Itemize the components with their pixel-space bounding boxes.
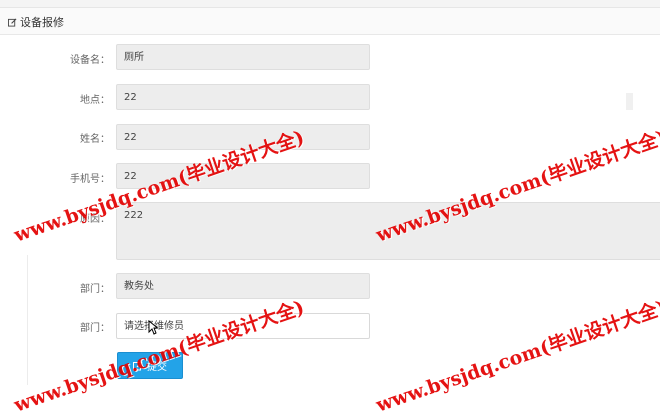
top-bar bbox=[0, 0, 660, 8]
device-name-field[interactable]: 厕所 bbox=[116, 44, 370, 70]
scroll-marker bbox=[626, 93, 633, 110]
watermark: www.bysjdq.com(毕业设计大全) bbox=[373, 296, 660, 417]
department-field[interactable]: 教务处 bbox=[116, 273, 370, 299]
panel-title-text: 设备报修 bbox=[20, 16, 64, 29]
edit-icon bbox=[8, 18, 17, 27]
watermark: www.bysjdq.com(毕业设计大全) bbox=[11, 296, 308, 417]
device-name-label: 设备名： bbox=[70, 55, 110, 66]
panel-title: 设备报修 bbox=[8, 14, 64, 30]
name-label: 姓名： bbox=[80, 134, 110, 145]
department-label: 部门： bbox=[80, 284, 110, 295]
mouse-cursor-icon bbox=[148, 320, 158, 335]
repairer-label: 部门： bbox=[80, 323, 110, 334]
location-field[interactable]: 22 bbox=[116, 84, 370, 110]
phone-label: 手机号： bbox=[70, 174, 110, 185]
panel-header: 设备报修 bbox=[0, 8, 660, 35]
location-label: 地点： bbox=[80, 95, 110, 106]
